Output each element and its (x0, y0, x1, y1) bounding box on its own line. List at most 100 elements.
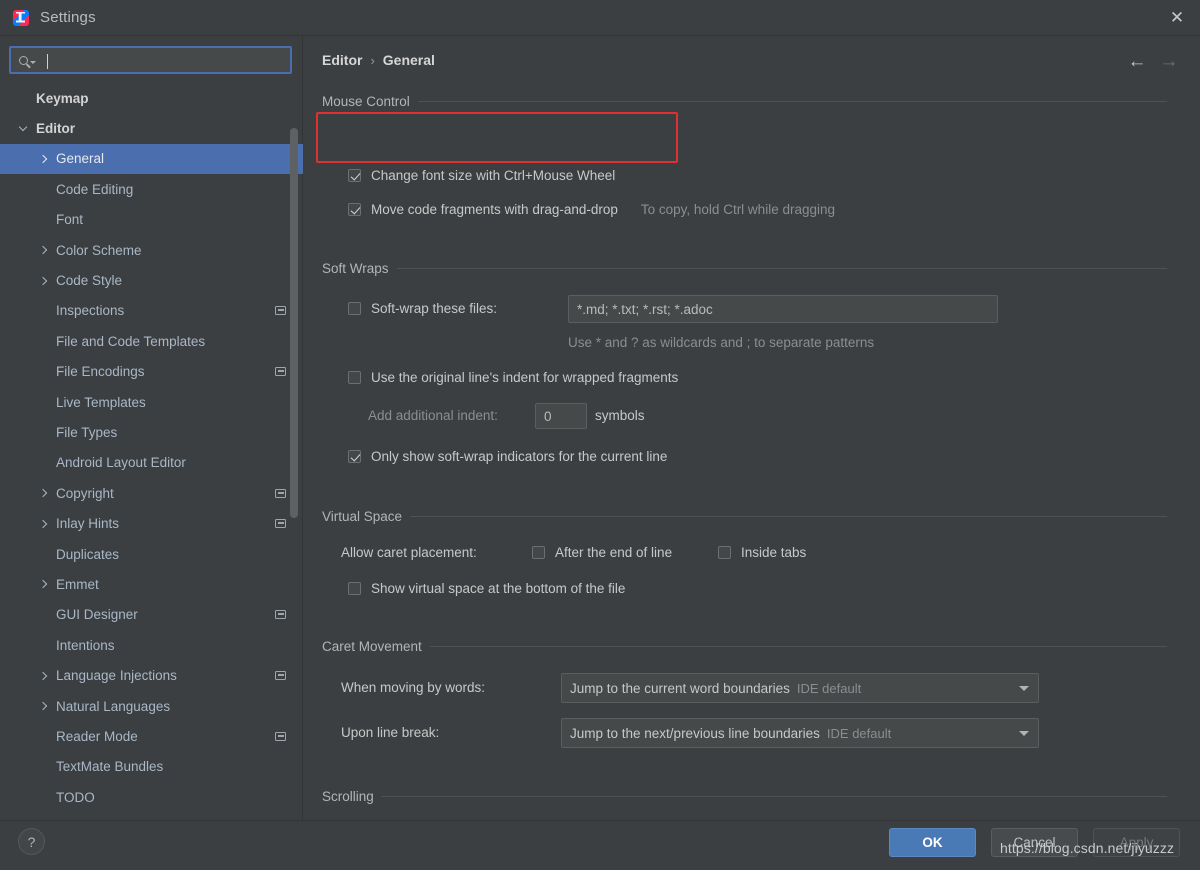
soft-wrap-patterns-input[interactable]: *.md; *.txt; *.rst; *.adoc (568, 295, 998, 323)
sidebar-item-label: File Types (56, 425, 303, 440)
sidebar-scrollbar-thumb[interactable] (290, 128, 298, 518)
sidebar-item-inspections[interactable]: Inspections (0, 296, 303, 326)
close-icon[interactable]: ✕ (1154, 0, 1200, 35)
section-header-mouse-control: Mouse Control (322, 94, 1167, 109)
checkbox-box[interactable] (348, 582, 361, 595)
sidebar-item-code-style[interactable]: Code Style (0, 265, 303, 295)
settings-main-panel: Editor › General ← → Mouse Control Chang… (303, 36, 1200, 820)
checkbox-show-virtual-space[interactable]: Show virtual space at the bottom of the … (348, 581, 625, 596)
sidebar-item-font[interactable]: Font (0, 205, 303, 235)
sidebar-item-file-encodings[interactable]: File Encodings (0, 357, 303, 387)
sidebar-item-duplicates[interactable]: Duplicates (0, 539, 303, 569)
additional-indent-value: 0 (544, 409, 552, 424)
sidebar-item-label: General (56, 151, 303, 166)
search-icon[interactable] (16, 56, 38, 65)
breadcrumb-root[interactable]: Editor (322, 52, 362, 68)
search-input[interactable] (38, 48, 290, 72)
when-moving-by-words-dropdown[interactable]: Jump to the current word boundaries IDE … (561, 673, 1039, 703)
sidebar-item-color-scheme[interactable]: Color Scheme (0, 235, 303, 265)
chevron-right-icon[interactable] (36, 521, 50, 527)
checkbox-after-end-of-line[interactable]: After the end of line (532, 545, 672, 560)
chevron-right-icon[interactable] (36, 703, 50, 709)
allow-caret-placement-label: Allow caret placement: (341, 545, 477, 560)
sidebar-item-live-templates[interactable]: Live Templates (0, 387, 303, 417)
title-bar: Settings ✕ (0, 0, 1200, 36)
checkbox-only-show-indicators[interactable]: Only show soft-wrap indicators for the c… (348, 449, 667, 464)
checkbox-change-font-size[interactable]: Change font size with Ctrl+Mouse Wheel (348, 168, 615, 183)
section-divider (410, 516, 1167, 517)
breadcrumb-separator-icon: › (370, 53, 374, 68)
chevron-right-icon[interactable] (36, 156, 50, 162)
sidebar-item-emmet[interactable]: Emmet (0, 569, 303, 599)
sidebar-item-general[interactable]: General (0, 144, 303, 174)
checkbox-label: Change font size with Ctrl+Mouse Wheel (371, 168, 615, 183)
search-field[interactable] (9, 46, 292, 74)
sidebar-item-inlay-hints[interactable]: Inlay Hints (0, 508, 303, 538)
checkbox-box[interactable] (718, 546, 731, 559)
chevron-right-icon[interactable] (36, 673, 50, 679)
checkbox-label: Show virtual space at the bottom of the … (371, 581, 625, 596)
checkbox-soft-wrap-files[interactable]: Soft-wrap these files: (348, 301, 497, 316)
sidebar-item-language-injections[interactable]: Language Injections (0, 660, 303, 690)
chevron-down-icon[interactable] (1019, 731, 1029, 736)
chevron-right-icon[interactable] (36, 581, 50, 587)
sidebar-item-label: File Encodings (56, 364, 275, 379)
help-icon[interactable]: ? (18, 828, 45, 855)
sidebar-item-textmate-bundles[interactable]: TextMate Bundles (0, 752, 303, 782)
sidebar-item-editor[interactable]: Editor (0, 113, 303, 143)
checkbox-box[interactable] (532, 546, 545, 559)
dropdown-value: Jump to the current word boundaries (570, 681, 790, 696)
checkbox-box[interactable] (348, 203, 361, 216)
checkbox-box[interactable] (348, 450, 361, 463)
sidebar-item-gui-designer[interactable]: GUI Designer (0, 600, 303, 630)
chevron-down-icon[interactable] (16, 124, 30, 133)
upon-line-break-dropdown[interactable]: Jump to the next/previous line boundarie… (561, 718, 1039, 748)
sidebar-item-label: Code Editing (56, 182, 303, 197)
sidebar-item-keymap[interactable]: Keymap (0, 83, 303, 113)
chevron-down-icon[interactable] (1019, 686, 1029, 691)
sidebar-item-android-layout-editor[interactable]: Android Layout Editor (0, 448, 303, 478)
chevron-right-icon[interactable] (36, 278, 50, 284)
arrow-right-icon[interactable]: → (1156, 48, 1182, 74)
window-title: Settings (40, 9, 96, 26)
checkbox-box[interactable] (348, 169, 361, 182)
section-mouse-control: Mouse Control (322, 94, 1167, 109)
sidebar-scrollbar[interactable] (290, 83, 298, 820)
checkbox-inside-tabs[interactable]: Inside tabs (718, 545, 806, 560)
additional-indent-input[interactable]: 0 (535, 403, 587, 429)
module-settings-icon (275, 610, 286, 619)
section-virtual-space: Virtual Space (322, 509, 1167, 524)
sidebar-item-natural-languages[interactable]: Natural Languages (0, 691, 303, 721)
section-soft-wraps: Soft Wraps (322, 261, 1167, 276)
sidebar-item-copyright[interactable]: Copyright (0, 478, 303, 508)
text-cursor (47, 54, 48, 69)
settings-tree[interactable]: KeymapEditor General Code Editing Font Color… (0, 83, 303, 820)
sidebar-item-todo[interactable]: TODO (0, 782, 303, 812)
sidebar-item-label: Duplicates (56, 547, 303, 562)
dropdown-subtext: IDE default (827, 726, 891, 741)
checkbox-box[interactable] (348, 371, 361, 384)
sidebar-item-file-and-code-templates[interactable]: File and Code Templates (0, 326, 303, 356)
chevron-right-icon[interactable] (36, 247, 50, 253)
checkbox-label: Use the original line's indent for wrapp… (371, 370, 678, 385)
module-settings-icon (275, 489, 286, 498)
checkbox-original-indent[interactable]: Use the original line's indent for wrapp… (348, 370, 678, 385)
arrow-left-icon[interactable]: ← (1124, 48, 1150, 74)
ok-button[interactable]: OK (889, 828, 976, 857)
checkbox-box[interactable] (348, 302, 361, 315)
section-header-scrolling: Scrolling (322, 789, 1167, 804)
sidebar-item-code-editing[interactable]: Code Editing (0, 174, 303, 204)
checkbox-label: Inside tabs (741, 545, 806, 560)
chevron-right-icon[interactable] (36, 490, 50, 496)
section-scrolling: Scrolling (322, 789, 1167, 804)
sidebar-item-intentions[interactable]: Intentions (0, 630, 303, 660)
module-settings-icon (275, 367, 286, 376)
sidebar-item-label: Font (56, 212, 303, 227)
checkbox-move-code-fragments[interactable]: Move code fragments with drag-and-drop T… (348, 202, 835, 217)
breadcrumb-leaf: General (383, 52, 435, 68)
sidebar-item-file-types[interactable]: File Types (0, 417, 303, 447)
checkbox-label: Soft-wrap these files: (371, 301, 497, 316)
section-title: Caret Movement (322, 639, 422, 654)
sidebar-item-reader-mode[interactable]: Reader Mode (0, 721, 303, 751)
watermark: https://blog.csdn.net/jiyuzzz (1000, 840, 1174, 856)
